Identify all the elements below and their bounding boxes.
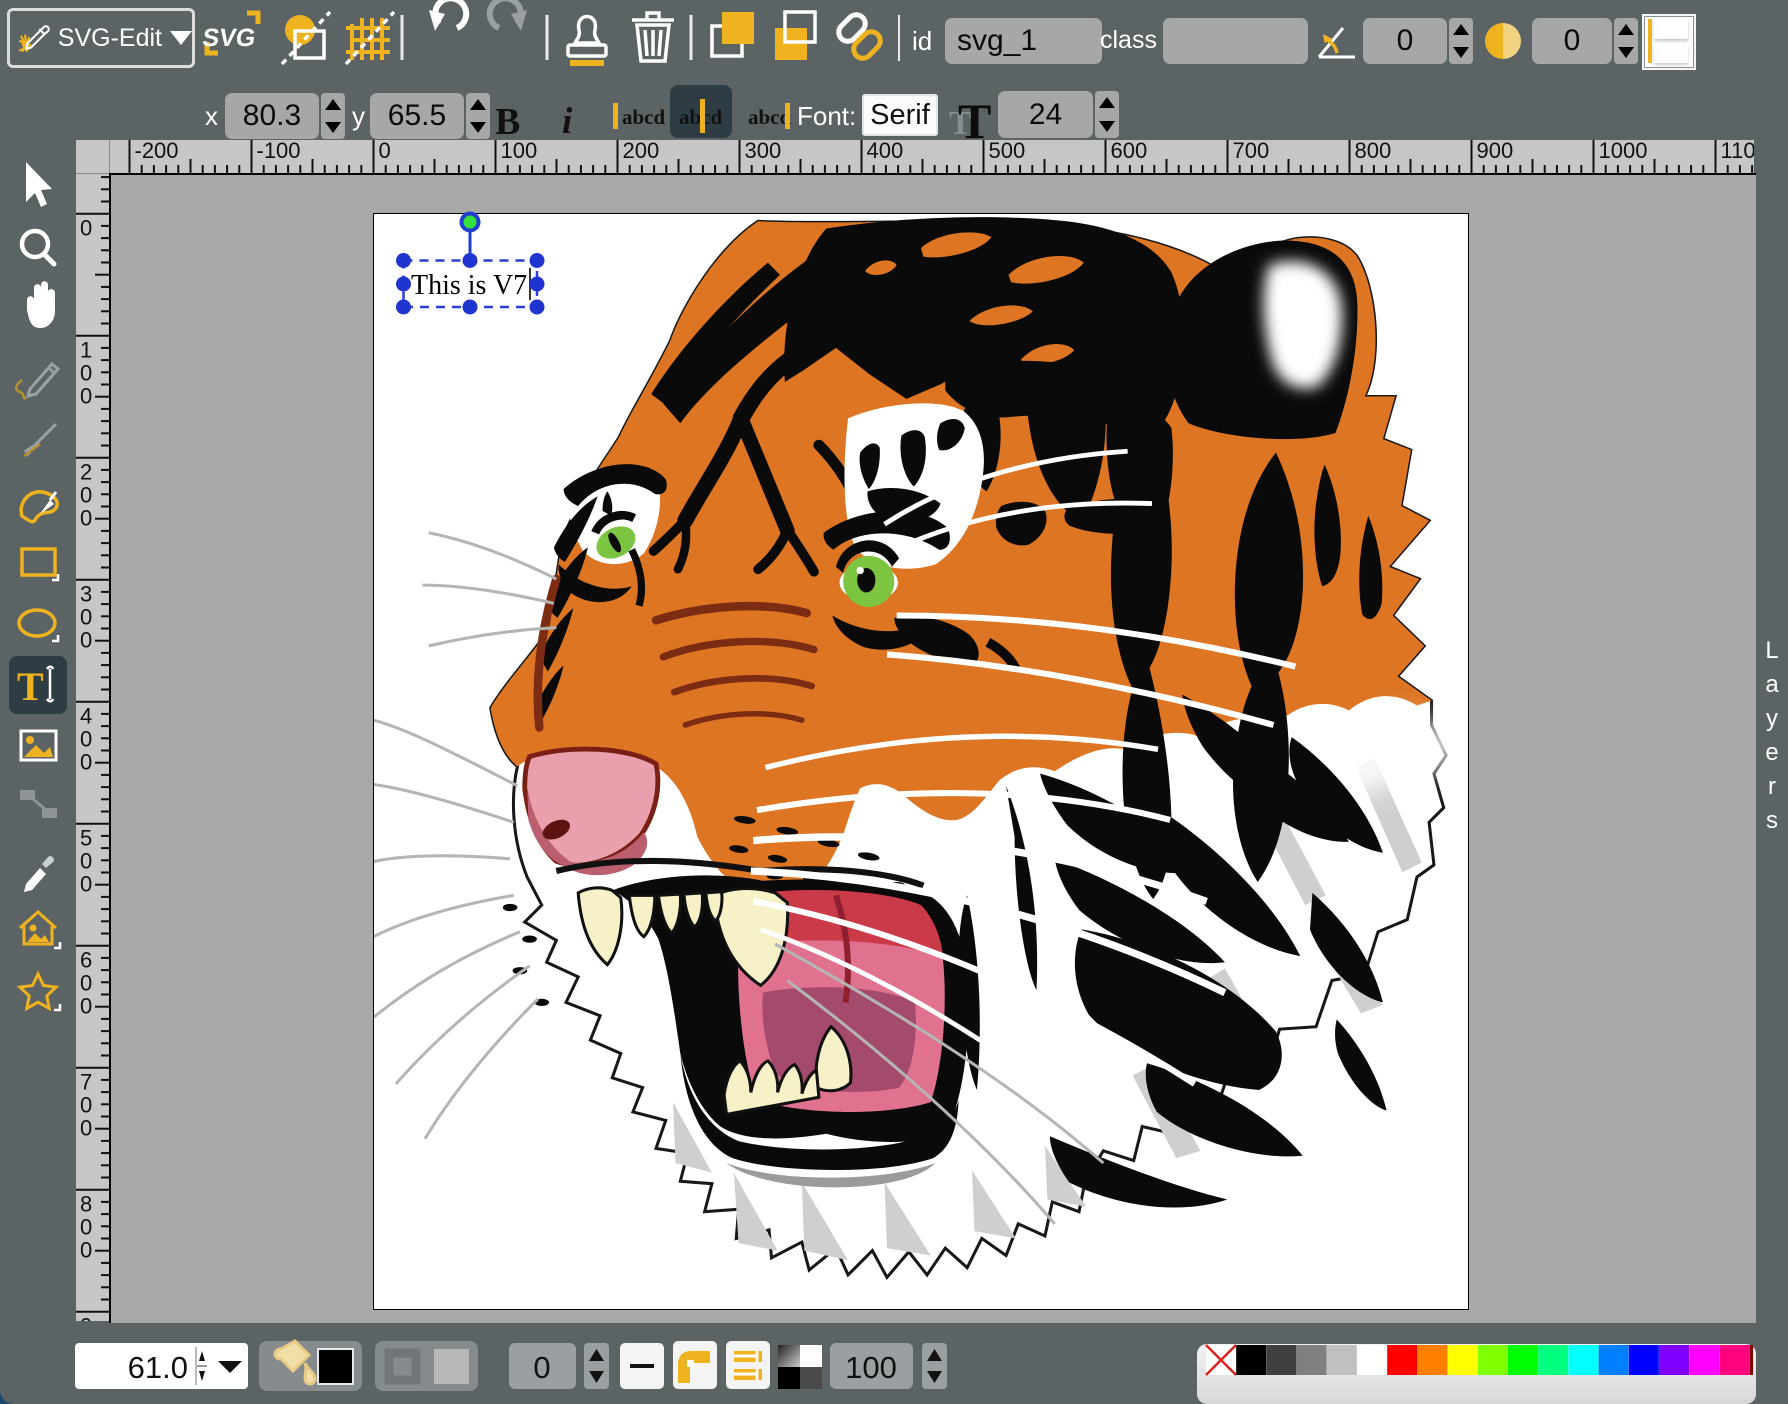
svg-text:0: 0 <box>379 140 391 163</box>
svg-text:-100: -100 <box>257 140 301 163</box>
svg-text:T: T <box>17 664 44 709</box>
svg-text:0: 0 <box>533 1350 550 1385</box>
svg-text:6: 6 <box>80 948 92 973</box>
svg-text:800: 800 <box>1355 140 1392 163</box>
svg-text:8: 8 <box>80 1192 92 1217</box>
svg-text:0: 0 <box>80 971 92 996</box>
svg-text:600: 600 <box>1111 140 1148 163</box>
svg-text:500: 500 <box>989 140 1026 163</box>
svg-text:0: 0 <box>80 506 92 531</box>
svg-text:0: 0 <box>80 384 92 409</box>
svg-text:61.0: 61.0 <box>128 1350 188 1385</box>
svg-text:1100: 1100 <box>1721 140 1755 163</box>
svg-text:300: 300 <box>745 140 782 163</box>
svg-text:0: 0 <box>80 483 92 508</box>
svg-text:0: 0 <box>80 1238 92 1263</box>
svg-text:1: 1 <box>80 338 92 363</box>
svg-text:SVG: SVG <box>201 24 258 52</box>
svg-text:200: 200 <box>623 140 660 163</box>
svg-text:400: 400 <box>867 140 904 163</box>
svg-text:0: 0 <box>80 1215 92 1240</box>
svg-text:0: 0 <box>80 727 92 752</box>
svg-text:4: 4 <box>80 704 92 729</box>
svg-text:1000: 1000 <box>1599 140 1648 163</box>
svg-text:3: 3 <box>80 582 92 607</box>
svg-text:7: 7 <box>80 1070 92 1095</box>
svg-text:5: 5 <box>80 826 92 851</box>
svg-text:700: 700 <box>1233 140 1270 163</box>
svg-text:0: 0 <box>80 849 92 874</box>
svg-text:0: 0 <box>80 750 92 775</box>
svg-text:2: 2 <box>80 460 92 485</box>
svg-text:0: 0 <box>80 1093 92 1118</box>
svg-text:100: 100 <box>845 1350 897 1385</box>
svg-text:-200: -200 <box>135 140 179 163</box>
svg-text:0: 0 <box>80 605 92 630</box>
svg-text:0: 0 <box>80 1116 92 1141</box>
svg-text:0: 0 <box>80 872 92 897</box>
svg-text:0: 0 <box>80 361 92 386</box>
svg-text:0: 0 <box>80 994 92 1019</box>
svg-text:900: 900 <box>1477 140 1514 163</box>
svg-text:0: 0 <box>80 628 92 653</box>
svg-text:9: 9 <box>80 1314 92 1321</box>
svg-text:0: 0 <box>80 216 92 241</box>
